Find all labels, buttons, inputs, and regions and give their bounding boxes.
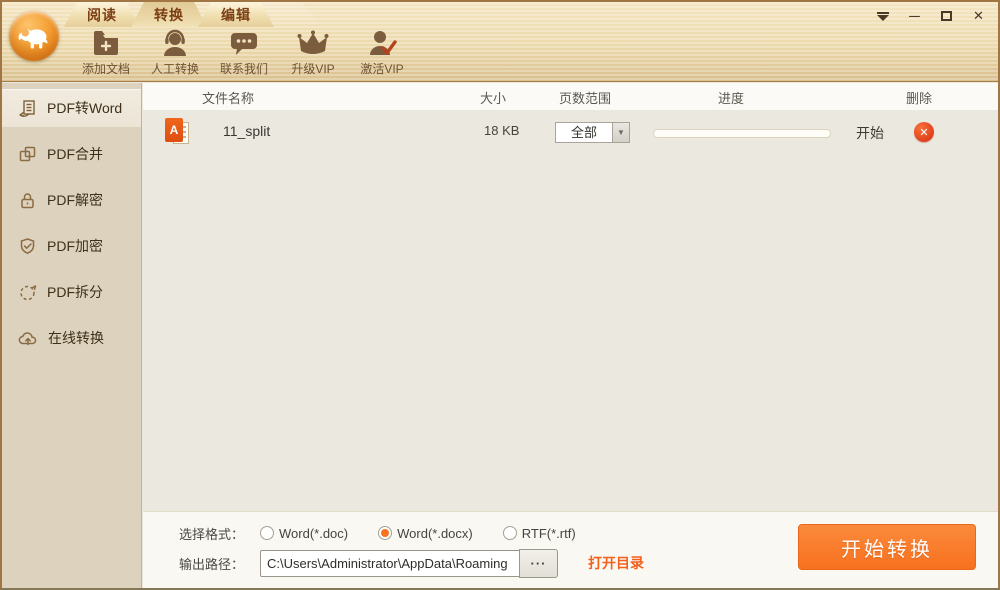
minimize-icon[interactable]: ─ — [907, 9, 922, 23]
toolbar-label: 激活VIP — [360, 60, 403, 77]
output-path-row: 输出路径： ··· 打开目录 — [179, 548, 644, 578]
format-row: 选择格式： Word(*.doc) Word(*.docx) RTF(*.rtf… — [179, 522, 606, 544]
sidebar-item-pdf-merge[interactable]: PDF合并 — [2, 135, 141, 173]
mode-tabs: 阅读 转换 编辑 — [64, 2, 265, 27]
close-icon[interactable]: ✕ — [971, 9, 986, 23]
progress-bar — [653, 129, 831, 138]
manual-convert-icon — [160, 29, 190, 57]
toolbar-label: 人工转换 — [151, 60, 199, 77]
page-range-select[interactable]: 全部 ▼ — [555, 122, 630, 143]
activate-vip-icon — [367, 29, 397, 57]
online-convert-icon — [18, 329, 38, 348]
add-document-icon — [91, 29, 121, 57]
sidebar-item-label: PDF拆分 — [47, 282, 103, 302]
column-header-filename: 文件名称 — [202, 88, 254, 107]
column-header-progress: 进度 — [718, 88, 744, 107]
radio-icon — [260, 526, 274, 540]
format-radio-docx[interactable]: Word(*.docx) — [378, 526, 473, 541]
sidebar-item-pdf-decrypt[interactable]: PDF解密 — [2, 181, 141, 219]
radio-label: Word(*.doc) — [279, 526, 348, 541]
sidebar-item-label: PDF加密 — [47, 236, 103, 256]
radio-label: RTF(*.rtf) — [522, 526, 576, 541]
sidebar-item-label: PDF解密 — [47, 190, 103, 210]
maximize-icon[interactable] — [939, 9, 954, 23]
column-header-delete: 删除 — [906, 88, 932, 107]
footer-panel: 选择格式： Word(*.doc) Word(*.docx) RTF(*.rtf… — [143, 511, 998, 588]
pdf-merge-icon — [18, 145, 37, 164]
toolbar-label: 添加文档 — [82, 60, 130, 77]
tab-read[interactable]: 阅读 — [64, 2, 140, 27]
add-document-button[interactable]: 添加文档 — [72, 29, 140, 77]
sidebar-item-pdf-to-word[interactable]: PDF转Word — [2, 89, 141, 127]
upgrade-vip-icon — [297, 29, 329, 57]
toolbar-label: 升级VIP — [291, 60, 334, 77]
skin-menu-icon[interactable] — [875, 9, 890, 23]
table-row: A 11_split 18 KB 全部 ▼ 开始 ✕ — [143, 110, 998, 156]
pdf-file-icon: A — [165, 118, 193, 148]
sidebar-item-label: 在线转换 — [48, 328, 104, 348]
pdf-decrypt-icon — [18, 191, 37, 210]
output-path-input[interactable] — [260, 550, 520, 577]
toolbar: 添加文档 人工转换 — [72, 29, 416, 77]
radio-selected-icon — [378, 526, 392, 540]
window-controls: ─ ✕ — [875, 9, 986, 23]
page-range-value: 全部 — [556, 123, 612, 142]
column-header-size: 大小 — [480, 88, 506, 107]
sidebar-item-pdf-encrypt[interactable]: PDF加密 — [2, 227, 141, 265]
browse-button[interactable]: ··· — [519, 549, 558, 578]
pdf-encrypt-icon — [18, 237, 37, 256]
start-row-button[interactable]: 开始 — [856, 123, 884, 143]
contact-us-button[interactable]: 联系我们 — [210, 29, 278, 77]
radio-label: Word(*.docx) — [397, 526, 473, 541]
radio-icon — [503, 526, 517, 540]
tab-edit[interactable]: 编辑 — [198, 2, 274, 27]
toolbar-label: 联系我们 — [220, 60, 268, 77]
pdf-to-word-icon — [18, 99, 37, 118]
delete-x-icon: ✕ — [919, 126, 928, 139]
manual-convert-button[interactable]: 人工转换 — [141, 29, 209, 77]
sidebar: PDF转Word PDF合并 PDF解密 — [2, 83, 142, 588]
upgrade-vip-button[interactable]: 升级VIP — [279, 29, 347, 77]
chevron-down-icon[interactable]: ▼ — [612, 123, 629, 142]
app-window: 阅读 转换 编辑 ─ ✕ 添加文档 — [0, 0, 1000, 590]
main-panel: 文件名称 大小 页数范围 进度 删除 A 11_split 18 KB 全部 ▼… — [143, 83, 998, 588]
pdf-split-icon — [18, 283, 37, 302]
sidebar-item-online-convert[interactable]: 在线转换 — [2, 319, 141, 357]
activate-vip-button[interactable]: 激活VIP — [348, 29, 416, 77]
sidebar-item-label: PDF转Word — [47, 98, 122, 118]
file-size: 18 KB — [484, 123, 519, 138]
format-label: 选择格式： — [179, 524, 260, 543]
sidebar-item-pdf-split[interactable]: PDF拆分 — [2, 273, 141, 311]
contact-us-icon — [228, 29, 260, 57]
format-radio-rtf[interactable]: RTF(*.rtf) — [503, 526, 576, 541]
tab-convert[interactable]: 转换 — [131, 2, 207, 27]
table-header: 文件名称 大小 页数范围 进度 删除 — [143, 83, 998, 110]
pdf-badge-icon: A — [165, 118, 183, 142]
start-convert-button[interactable]: 开始转换 — [798, 524, 976, 570]
format-radio-doc[interactable]: Word(*.doc) — [260, 526, 348, 541]
elephant-logo-icon — [14, 16, 54, 56]
file-name: 11_split — [223, 123, 270, 139]
column-header-page-range: 页数范围 — [559, 88, 611, 107]
titlebar: 阅读 转换 编辑 ─ ✕ 添加文档 — [2, 2, 998, 82]
open-directory-link[interactable]: 打开目录 — [588, 553, 644, 573]
app-logo — [9, 11, 59, 61]
delete-row-button[interactable]: ✕ — [914, 122, 934, 142]
sidebar-item-label: PDF合并 — [47, 144, 103, 164]
output-path-label: 输出路径： — [179, 554, 260, 573]
